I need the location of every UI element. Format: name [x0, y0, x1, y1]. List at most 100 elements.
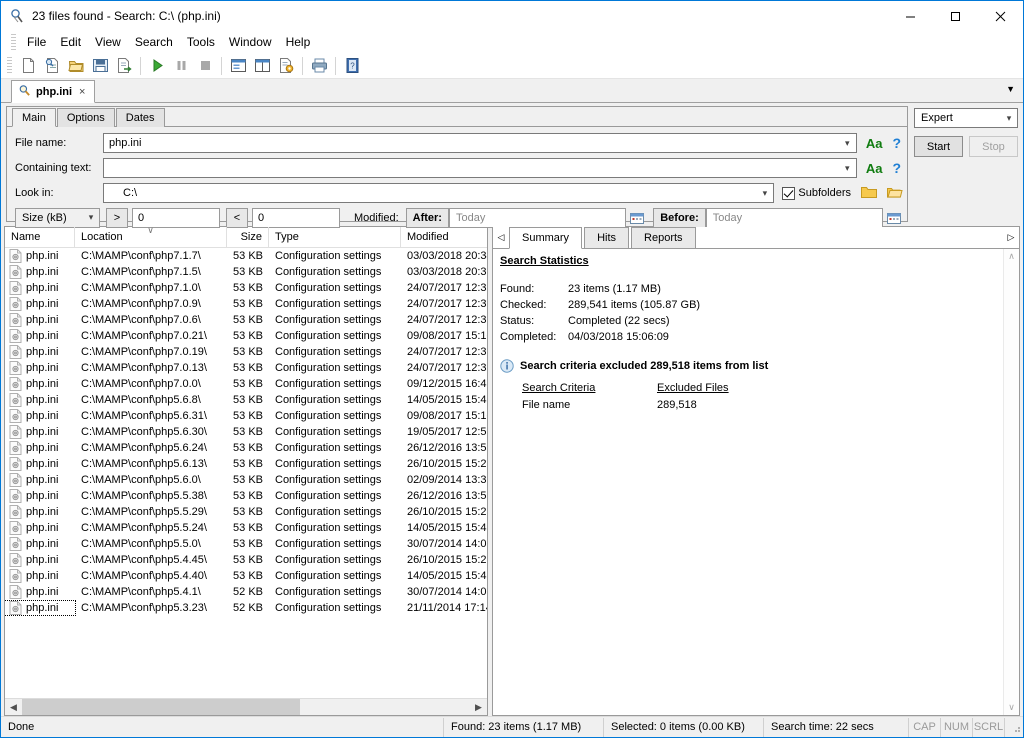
pause-search-icon[interactable]	[169, 54, 193, 77]
scroll-up-icon[interactable]: ∧	[1008, 251, 1015, 262]
table-row[interactable]: php.ini C:\MAMP\conf\php5.5.24\ 53 KB Confi…	[5, 520, 487, 536]
window-resize-grip[interactable]	[1007, 720, 1021, 734]
table-row[interactable]: php.ini C:\MAMP\conf\php7.0.21\ 53 KB Confi…	[5, 328, 487, 344]
menu-view[interactable]: View	[88, 32, 128, 52]
table-row[interactable]: php.ini C:\MAMP\conf\php5.6.0\ 53 KB Config…	[5, 472, 487, 488]
results-column-header-modified[interactable]: Modified	[401, 227, 506, 247]
results-column-header-name[interactable]: Name	[5, 227, 75, 247]
scroll-right-icon[interactable]: ▶	[470, 699, 487, 715]
chevron-down-icon[interactable]: ▾	[83, 212, 99, 223]
table-row[interactable]: php.ini C:\MAMP\conf\php5.4.40\ 53 KB Confi…	[5, 568, 487, 584]
size-less-than-input[interactable]: 0	[252, 207, 340, 228]
menu-tools[interactable]: Tools	[180, 32, 222, 52]
table-row[interactable]: php.ini C:\MAMP\conf\php5.5.38\ 53 KB Confi…	[5, 488, 487, 504]
minimize-button[interactable]	[888, 1, 933, 31]
table-row[interactable]: php.ini C:\MAMP\conf\php7.1.0\ 53 KB Config…	[5, 280, 487, 296]
containing-text-match-case-icon[interactable]: Aa	[866, 161, 883, 176]
help-icon[interactable]: ?	[340, 54, 364, 77]
table-row[interactable]: php.ini C:\MAMP\conf\php5.6.8\ 53 KB Config…	[5, 392, 487, 408]
chevron-down-icon[interactable]: ▾	[839, 159, 856, 177]
folder-icon[interactable]	[861, 185, 877, 202]
containing-text-input[interactable]: ▾	[103, 158, 857, 178]
open-search-icon[interactable]	[40, 54, 64, 77]
table-row[interactable]: php.ini C:\MAMP\conf\php5.4.1\ 52 KB Config…	[5, 584, 487, 600]
table-row[interactable]: php.ini C:\MAMP\conf\php7.0.9\ 53 KB Config…	[5, 296, 487, 312]
subfolders-checkbox[interactable]: Subfolders	[782, 186, 851, 200]
table-row[interactable]: php.ini C:\MAMP\conf\php7.0.19\ 53 KB Confi…	[5, 344, 487, 360]
results-column-header-location[interactable]: Location ∨	[75, 227, 227, 247]
folder-multi-icon[interactable]	[887, 185, 903, 202]
table-row[interactable]: php.ini C:\MAMP\conf\php5.3.23\ 52 KB Confi…	[5, 600, 487, 616]
menu-window[interactable]: Window	[222, 32, 279, 52]
modified-after-input[interactable]: Today	[448, 207, 627, 228]
detail-tabs-scroll-right-icon[interactable]: ▷	[1003, 227, 1019, 248]
size-greater-than-button[interactable]: >	[106, 207, 128, 228]
table-row[interactable]: php.ini C:\MAMP\conf\php7.0.6\ 53 KB Config…	[5, 312, 487, 328]
scroll-down-icon[interactable]: ∨	[1008, 702, 1015, 713]
filename-input[interactable]: php.ini ▾	[103, 133, 857, 153]
modified-before-button[interactable]: Before:	[653, 207, 706, 228]
document-tab-close-icon[interactable]: ×	[77, 86, 87, 98]
table-row[interactable]: php.ini C:\MAMP\conf\php5.6.30\ 53 KB Confi…	[5, 424, 487, 440]
chevron-down-icon[interactable]: ▾	[839, 134, 856, 152]
table-row[interactable]: php.ini C:\MAMP\conf\php7.1.5\ 53 KB Config…	[5, 264, 487, 280]
table-row[interactable]: php.ini C:\MAMP\conf\php5.6.13\ 53 KB Confi…	[5, 456, 487, 472]
export-icon[interactable]	[112, 54, 136, 77]
new-search-icon[interactable]	[16, 54, 40, 77]
calendar-icon[interactable]	[885, 208, 903, 228]
start-button[interactable]: Start	[914, 136, 963, 157]
table-row[interactable]: php.ini C:\MAMP\conf\php7.1.7\ 53 KB Config…	[5, 248, 487, 264]
table-row[interactable]: php.ini C:\MAMP\conf\php5.4.45\ 53 KB Confi…	[5, 552, 487, 568]
menu-edit[interactable]: Edit	[53, 32, 88, 52]
criteria-tab-dates[interactable]: Dates	[115, 108, 165, 127]
size-greater-than-input[interactable]: 0	[132, 207, 220, 228]
results-column-header-type[interactable]: Type	[269, 227, 401, 247]
report-options-icon[interactable]	[274, 54, 298, 77]
chevron-down-icon[interactable]: ▾	[1001, 113, 1017, 124]
layout-horizontal-icon[interactable]	[250, 54, 274, 77]
containing-text-help-icon[interactable]: ?	[892, 160, 901, 176]
tab-reports[interactable]: Reports	[631, 227, 696, 248]
criteria-tab-options[interactable]: Options	[56, 108, 115, 127]
menu-file[interactable]: File	[20, 32, 53, 52]
table-row[interactable]: php.ini C:\MAMP\conf\php7.0.0\ 53 KB Config…	[5, 376, 487, 392]
hscroll-thumb[interactable]	[22, 699, 300, 715]
maximize-button[interactable]	[933, 1, 978, 31]
table-row[interactable]: php.ini C:\MAMP\conf\php7.0.13\ 53 KB Confi…	[5, 360, 487, 376]
look-in-input[interactable]: C:\ ▾	[103, 183, 775, 203]
results-list[interactable]: php.ini C:\MAMP\conf\php7.1.7\ 53 KB Config…	[5, 248, 487, 698]
tab-hits[interactable]: Hits	[584, 227, 630, 248]
table-row[interactable]: php.ini C:\MAMP\conf\php5.5.0\ 53 KB Config…	[5, 536, 487, 552]
results-horizontal-scrollbar[interactable]: ◀ ▶	[5, 698, 487, 715]
detail-vertical-scrollbar[interactable]: ∧ ∨	[1003, 249, 1019, 715]
scroll-left-icon[interactable]: ◀	[5, 699, 22, 715]
size-unit-select[interactable]: Size (kB) ▾	[15, 207, 100, 228]
hscroll-track[interactable]	[22, 699, 470, 715]
close-button[interactable]	[978, 1, 1023, 31]
filename-match-case-icon[interactable]: Aa	[866, 136, 883, 151]
chevron-down-icon[interactable]: ▾	[756, 184, 773, 202]
calendar-icon[interactable]	[628, 208, 646, 228]
menu-help[interactable]: Help	[279, 32, 318, 52]
menu-search[interactable]: Search	[128, 32, 180, 52]
size-less-than-button[interactable]: <	[226, 207, 248, 228]
open-folder-icon[interactable]	[64, 54, 88, 77]
start-search-icon[interactable]	[145, 54, 169, 77]
tab-summary[interactable]: Summary	[509, 227, 583, 249]
table-row[interactable]: php.ini C:\MAMP\conf\php5.6.24\ 53 KB Confi…	[5, 440, 487, 456]
layout-vertical-icon[interactable]	[226, 54, 250, 77]
results-column-header-size[interactable]: Size	[227, 227, 269, 247]
criteria-tab-main[interactable]: Main	[12, 108, 56, 127]
table-row[interactable]: php.ini C:\MAMP\conf\php5.5.29\ 53 KB Confi…	[5, 504, 487, 520]
search-mode-select[interactable]: Expert ▾	[914, 108, 1018, 128]
toolbar-grip-handle[interactable]	[7, 56, 12, 75]
table-row[interactable]: php.ini C:\MAMP\conf\php5.6.31\ 53 KB Confi…	[5, 408, 487, 424]
print-icon[interactable]	[307, 54, 331, 77]
save-icon[interactable]	[88, 54, 112, 77]
modified-before-input[interactable]: Today	[705, 207, 883, 228]
modified-after-button[interactable]: After:	[405, 207, 449, 228]
document-tab-php-ini[interactable]: php.ini ×	[11, 80, 96, 103]
filename-help-icon[interactable]: ?	[892, 135, 901, 151]
document-tabs-overflow-icon[interactable]: ▼	[1006, 84, 1015, 94]
menu-grip-handle[interactable]	[11, 34, 16, 50]
